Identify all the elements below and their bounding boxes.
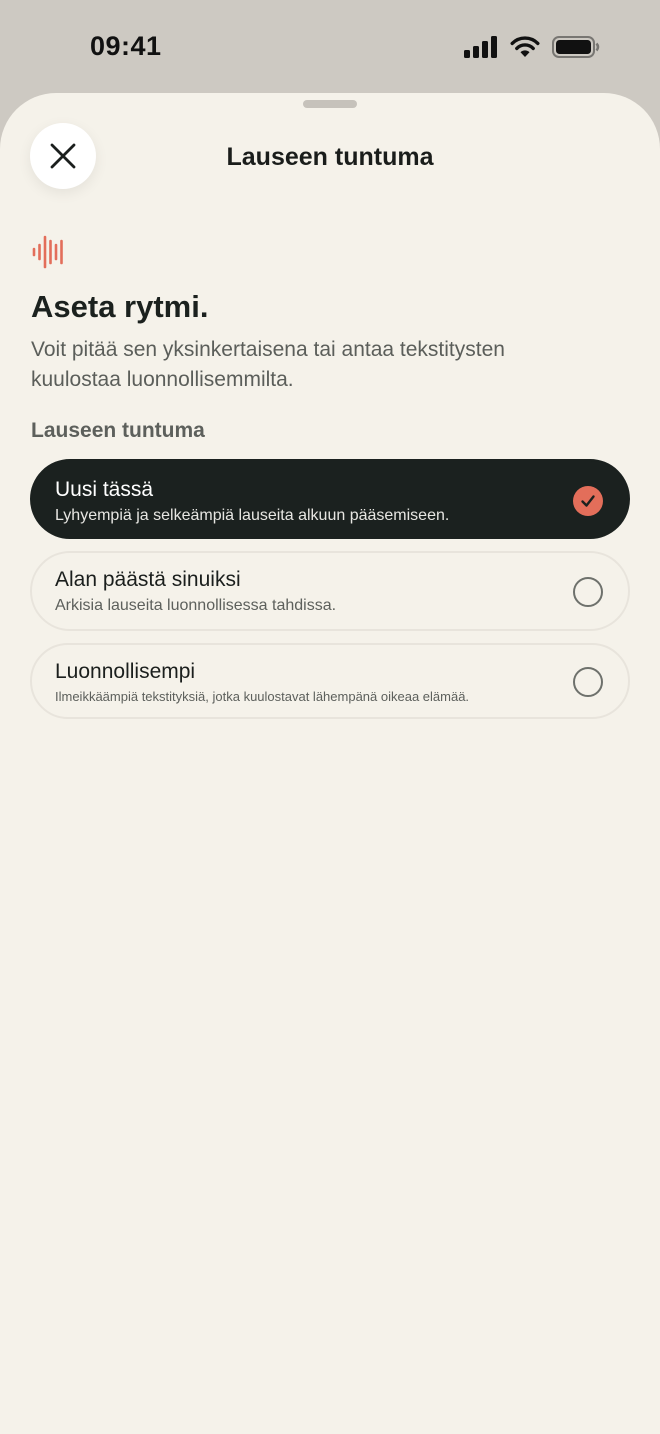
page-heading: Aseta rytmi.: [31, 289, 209, 324]
status-time: 09:41: [90, 31, 162, 61]
option-title: Uusi tässä: [55, 478, 154, 501]
option-description: Lyhyempiä ja selkeämpiä lauseita alkuun …: [55, 507, 450, 524]
status-bar: 09:41: [0, 0, 660, 96]
wifi-icon: [510, 36, 540, 57]
option-luonnollisempi[interactable]: Luonnollisempi Ilmeikkäämpiä tekstityksi…: [30, 643, 630, 719]
radio-unchecked[interactable]: [573, 577, 603, 607]
cellular-signal-icon: [464, 36, 497, 58]
sheet-grabber[interactable]: [303, 100, 357, 108]
status-icons: [464, 36, 600, 58]
sheet-title: Lauseen tuntuma: [226, 143, 434, 171]
radio-unchecked[interactable]: [573, 667, 603, 697]
option-alan-paasta-sinuiksi[interactable]: Alan päästä sinuiksi Arkisia lauseita lu…: [30, 551, 630, 631]
option-uusi-tassa[interactable]: Uusi tässä Lyhyempiä ja selkeämpiä lause…: [30, 459, 630, 539]
page-subtext: Voit pitää sen yksinkertaisena tai antaa…: [31, 338, 505, 391]
option-title: Alan päästä sinuiksi: [55, 568, 241, 591]
section-label: Lauseen tuntuma: [31, 419, 205, 442]
battery-icon: [552, 36, 600, 58]
radio-checked[interactable]: [573, 486, 603, 516]
bottom-sheet: Lauseen tuntuma Aseta rytmi. Voit pitää …: [0, 93, 660, 1434]
sound-wave-icon: [32, 235, 63, 269]
checkmark-icon: [581, 495, 595, 507]
option-description: Ilmeikkäämpiä tekstityksiä, jotka kuulos…: [55, 689, 470, 704]
option-description: Arkisia lauseita luonnollisessa tahdissa…: [55, 597, 337, 614]
option-title: Luonnollisempi: [55, 660, 196, 683]
